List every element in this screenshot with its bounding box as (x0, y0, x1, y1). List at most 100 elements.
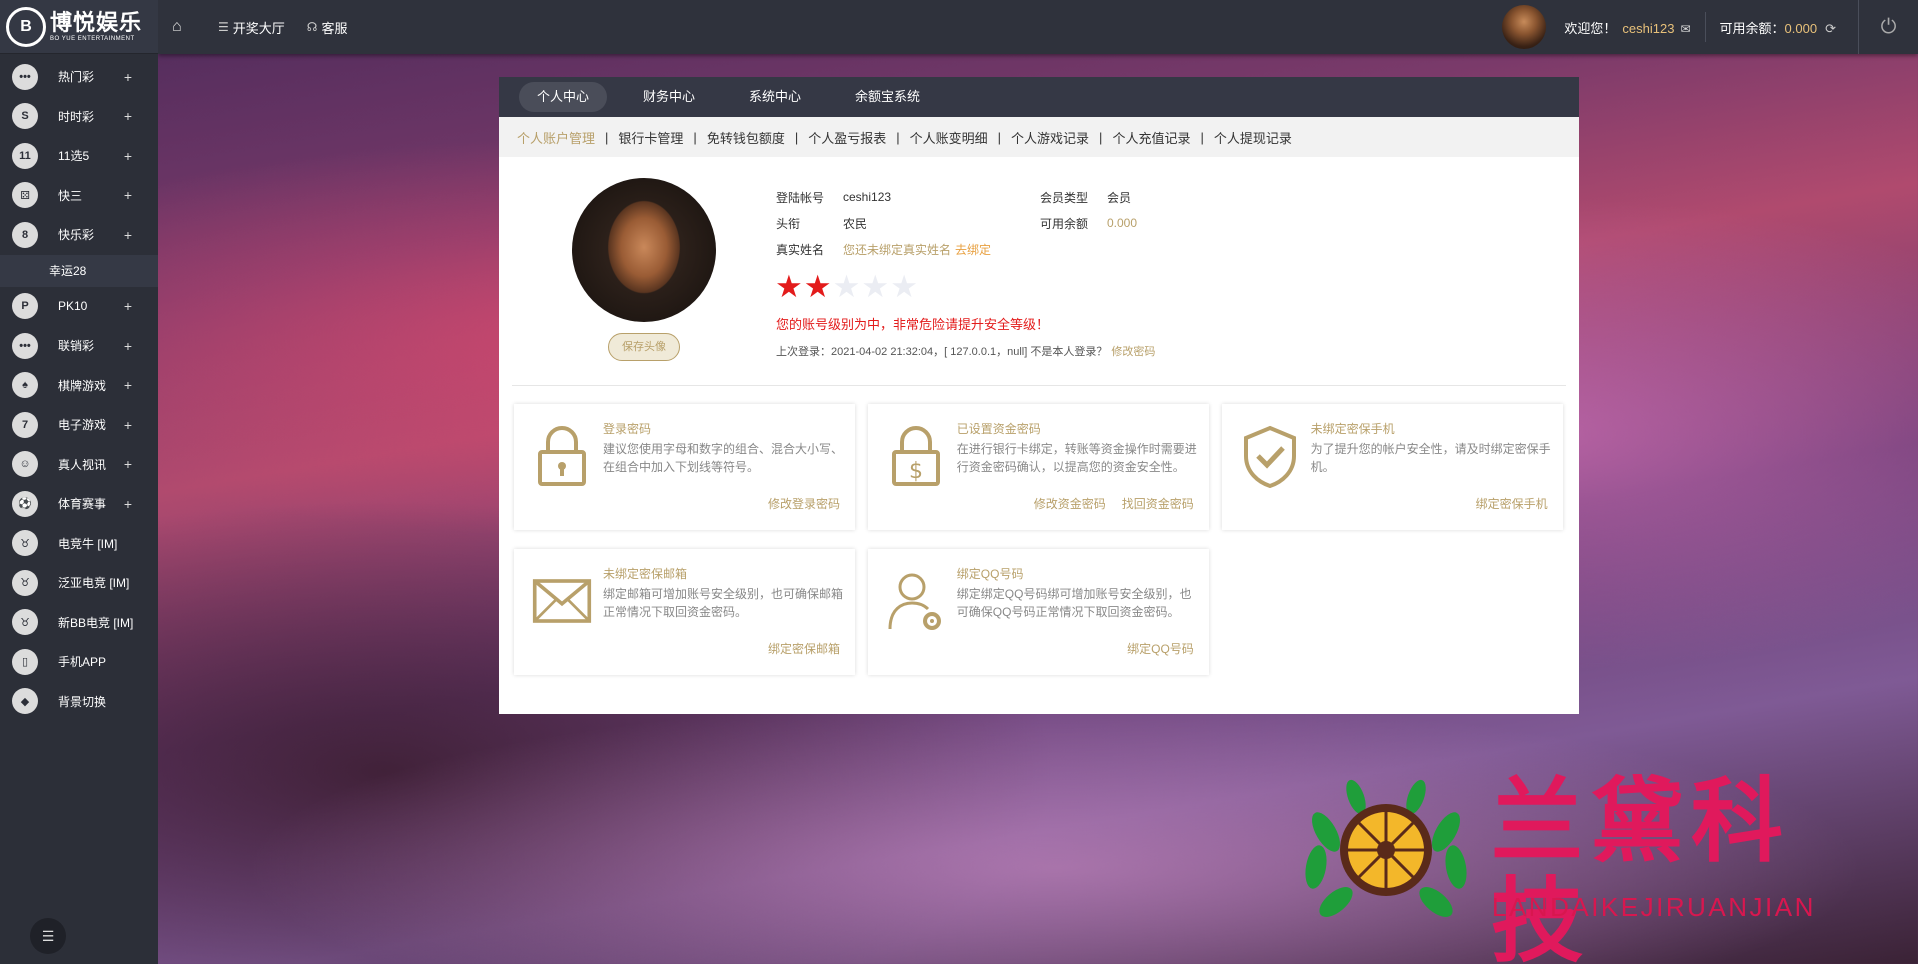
dots-icon: ••• (12, 332, 38, 359)
sidebar-subitem[interactable]: 幸运28 (0, 254, 158, 287)
happy-lottery-icon: 8 (12, 221, 38, 248)
sidebar-item[interactable]: ◆ 背景切换 (0, 682, 158, 722)
sidebar-item[interactable]: ⚽ 体育赛事 + (0, 484, 158, 524)
diamond-icon: ◆ (12, 688, 38, 715)
expand-plus-icon[interactable]: + (124, 456, 132, 472)
sidebar-item[interactable]: 7 电子游戏 + (0, 405, 158, 445)
title-value: 农民 (843, 216, 868, 231)
topbar: ⌂ ☰ 开奖大厅 ☊ 客服 欢迎您！ ceshi123 ✉ 可用余额：0.000 ⟳ … (158, 0, 1918, 54)
sidebar-item-label: 真人视讯 (58, 457, 107, 472)
tab[interactable]: 系统中心 (731, 82, 819, 112)
card-title: 绑定QQ号码 (956, 567, 1024, 582)
sidebar-item[interactable]: ♉ 新BB电竞 [IM] (0, 603, 158, 643)
card-action-link[interactable]: 绑定密保邮箱 (768, 640, 840, 657)
change-password-link[interactable]: 修改密码 (1111, 346, 1155, 358)
sidebar-item[interactable]: 11 11选5 + (0, 136, 158, 176)
dice-icon: ⚄ (12, 182, 38, 209)
home-icon[interactable]: ⌂ (172, 18, 196, 36)
profile-avatar[interactable] (572, 178, 716, 322)
sidebar-item-label: 快三 (58, 188, 83, 203)
card-action-link[interactable]: 绑定密保手机 (1476, 495, 1548, 512)
security-card: $ 已设置资金密码 在进行银行卡绑定，转账等资金操作时需要进行资金密码确认，以提高您… (867, 404, 1209, 530)
sidebar-item-label: 泛亚电竞 [IM] (58, 576, 130, 591)
subnav-item[interactable]: 个人提现记录 (1214, 128, 1292, 147)
security-card: 未绑定密保邮箱 绑定邮箱可增加账号安全级别，也可确保邮箱正常情况下取回资金密码。绑… (514, 549, 855, 676)
star-icon: ★ (775, 269, 803, 304)
expand-plus-icon[interactable]: + (124, 69, 132, 85)
subnav-separator: | (605, 129, 609, 145)
expand-plus-icon[interactable]: + (124, 148, 132, 164)
sidebar-item[interactable]: ⚄ 快三 + (0, 176, 158, 216)
expand-plus-icon[interactable]: + (124, 338, 132, 354)
shield-check-icon (1240, 424, 1300, 488)
expand-plus-icon[interactable]: + (124, 417, 132, 433)
security-warning: 您的账号级别为中，非常危险请提升安全等级！ (776, 317, 1050, 332)
card-title: 未绑定密保邮箱 (603, 567, 688, 582)
sidebar-item-label: PK10 (58, 299, 88, 314)
bull-icon: ♉ (12, 530, 38, 557)
expand-plus-icon[interactable]: + (124, 496, 132, 512)
tab[interactable]: 个人中心 (519, 82, 608, 112)
card-action-link[interactable]: 修改登录密码 (768, 495, 840, 512)
logout-power-icon[interactable]: ⏻ (1858, 0, 1918, 54)
balance-value: 0.000 (1107, 216, 1138, 230)
subnav-separator: | (1200, 129, 1204, 145)
sidebar-item-label: 体育赛事 (58, 497, 107, 512)
subnav-item[interactable]: 个人游戏记录 (1011, 128, 1089, 147)
sidebar-item[interactable]: S 时时彩 + (0, 97, 158, 137)
card-action-link[interactable]: 绑定QQ号码 (1127, 640, 1194, 657)
subnav-item[interactable]: 免转钱包额度 (707, 128, 785, 147)
member-type-label: 会员类型 (1040, 190, 1089, 205)
sidebar: B 博悦娱乐 BO YUE ENTERTAINMENT ••• 热门彩 + S 时时彩 +… (0, 0, 158, 964)
expand-plus-icon[interactable]: + (124, 377, 132, 393)
subnav-item[interactable]: 个人账变明细 (910, 128, 988, 147)
sidebar-item[interactable]: ▯ 手机APP (0, 642, 158, 682)
last-login-info: 上次登录：2021-04-02 21:32:04，[ 127.0.0.1，nul… (776, 346, 1156, 358)
expand-plus-icon[interactable]: + (124, 298, 132, 314)
card-action-link[interactable]: 找回资金密码 (1122, 495, 1194, 512)
logo-mark-icon: B (6, 6, 46, 47)
mail-icon[interactable]: ✉ (1680, 22, 1690, 36)
subnav-separator: | (794, 129, 799, 145)
expand-plus-icon[interactable]: + (124, 187, 132, 203)
sidebar-item-label: 快乐彩 (58, 228, 95, 243)
sidebar-item[interactable]: 8 快乐彩 + (0, 215, 158, 255)
sub-navigation: 个人账户管理 | 银行卡管理 | 免转钱包额度 | 个人盈亏报表 | 个人账变明细 | 个人游戏记录… (499, 117, 1579, 157)
logo[interactable]: B 博悦娱乐 BO YUE ENTERTAINMENT (0, 0, 158, 54)
subnav-item[interactable]: 个人充值记录 (1112, 128, 1190, 147)
sidebar-item[interactable]: ☺ 真人视讯 + (0, 445, 158, 485)
bind-realname-link[interactable]: 去绑定 (955, 241, 991, 258)
sidebar-item-label: 手机APP (58, 655, 107, 670)
sidebar-item[interactable]: ••• 联销彩 + (0, 326, 158, 366)
welcome-text: 欢迎您！ ceshi123 ✉ (1564, 20, 1691, 36)
list-icon: ☰ (218, 20, 229, 34)
profile-section: 保存头像 登陆帐号 ceshi123 头衔 农民 真实姓名 您还未绑定真实姓名 … (499, 157, 1579, 385)
watermark: 兰黛科技 LANDAIKEJIRUANJIAN (1296, 772, 1886, 964)
customer-service-link[interactable]: ☊ 客服 (307, 18, 348, 37)
save-avatar-button[interactable]: 保存头像 (608, 333, 680, 361)
expand-plus-icon[interactable]: + (124, 227, 132, 243)
sidebar-item[interactable]: ♠ 棋牌游戏 + (0, 366, 158, 406)
tab[interactable]: 财务中心 (625, 82, 713, 112)
sidebar-item-label: 联销彩 (58, 339, 95, 354)
sidebar-item[interactable]: ••• 热门彩 + (0, 57, 158, 97)
balance-label: 可用余额 (1040, 216, 1089, 231)
subnav-item[interactable]: 银行卡管理 (618, 128, 683, 147)
slot-icon: 7 (12, 411, 38, 438)
avatar[interactable] (1502, 5, 1547, 49)
subnav-item[interactable]: 个人盈亏报表 (808, 128, 886, 147)
subnav-item[interactable]: 个人账户管理 (517, 128, 595, 147)
sidebar-collapse-icon[interactable]: ☰ (30, 918, 66, 954)
refresh-icon[interactable]: ⟳ (1825, 21, 1836, 36)
expand-plus-icon[interactable]: + (124, 108, 132, 124)
lock-icon (532, 424, 592, 488)
lottery-hall-link[interactable]: ☰ 开奖大厅 (218, 18, 285, 37)
sidebar-item[interactable]: ♉ 泛亚电竞 [IM] (0, 563, 158, 603)
security-card: 登录密码 建议您使用字母和数字的组合、混合大小写、在组合中加入下划线等符号。 修改登… (514, 404, 855, 530)
card-action-link[interactable]: 修改资金密码 (1034, 495, 1106, 512)
tab[interactable]: 余额宝系统 (837, 82, 938, 112)
sidebar-item[interactable]: ♉ 电竞牛 [IM] (0, 524, 158, 564)
sidebar-item[interactable]: P PK10 + (0, 287, 158, 327)
security-level-stars: ★ ★ ★ ★ ★ (775, 269, 918, 304)
username[interactable]: ceshi123 (1622, 21, 1674, 36)
